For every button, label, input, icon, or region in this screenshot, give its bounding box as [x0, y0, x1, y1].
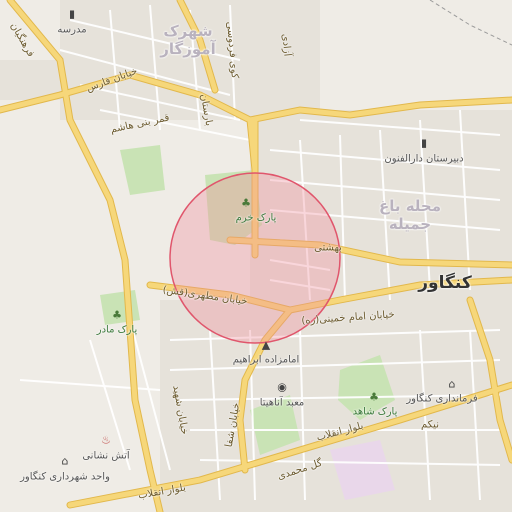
- camera-icon[interactable]: ◉: [277, 381, 287, 394]
- poi-label-fire-station[interactable]: آتش نشانی: [82, 451, 129, 462]
- poi-label-park-khorram[interactable]: پارک خرم: [236, 213, 277, 224]
- tree-icon[interactable]: ♣: [369, 391, 379, 404]
- city-label: کنگاور: [418, 273, 472, 293]
- school-icon[interactable]: ▮: [69, 8, 75, 21]
- poi-label-park-shahed[interactable]: پارک شاهد: [353, 407, 398, 418]
- shrine-icon[interactable]: ▲: [262, 339, 270, 352]
- district-label-bagh-jamileh: محله باغ جمیله: [378, 197, 442, 233]
- map-layer: [0, 0, 512, 512]
- government-icon[interactable]: ⌂: [62, 455, 69, 468]
- tree-icon[interactable]: ♣: [112, 309, 122, 322]
- poi-label-school[interactable]: مدرسه: [57, 25, 86, 36]
- poi-label-imamzadeh[interactable]: امامزاده ابراهیم: [233, 355, 300, 366]
- map-canvas[interactable]: شهرک آموزگار محله باغ جمیله کنگاور بهشتی…: [0, 0, 512, 512]
- road-label-nikam: نیکم: [421, 419, 439, 431]
- school-icon[interactable]: ▮: [421, 137, 427, 150]
- poi-label-anahita[interactable]: معبد آناهیتا: [260, 398, 305, 409]
- district-label-amouzegar: شهرک آموزگار: [160, 22, 216, 58]
- poi-label-farmandari[interactable]: فرمانداری کنگاور: [406, 394, 477, 405]
- tree-icon[interactable]: ♣: [241, 197, 251, 210]
- poi-label-darolfonoun[interactable]: دبیرستان دارالفنون: [384, 154, 463, 165]
- poi-label-park-madar[interactable]: پارک مادر: [97, 325, 137, 336]
- government-icon[interactable]: ⌂: [449, 378, 456, 391]
- road-label-beheshti: بهشتی: [314, 242, 342, 254]
- road-label-azadi: آزادی: [279, 33, 293, 57]
- poi-label-municipality[interactable]: واحد شهرداری کنگاور: [20, 472, 110, 483]
- fire-icon[interactable]: ♨: [101, 434, 111, 447]
